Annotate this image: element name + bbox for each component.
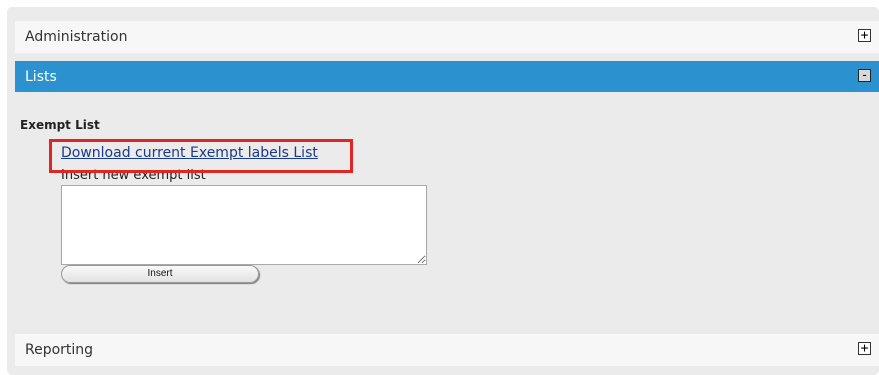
exempt-list-textarea[interactable] xyxy=(61,185,427,265)
panel-header-lists[interactable]: Lists - xyxy=(15,61,879,92)
insert-exempt-list-label: Insert new exempt list xyxy=(61,168,206,182)
insert-button[interactable]: Insert xyxy=(61,265,259,283)
insert-exempt-list-label-text: Insert new exempt list xyxy=(61,168,206,182)
exempt-list-label: Exempt List xyxy=(20,118,100,132)
panel-header-administration[interactable]: Administration + xyxy=(15,21,879,53)
panel-header-reporting[interactable]: Reporting + xyxy=(15,334,879,366)
expand-icon[interactable]: + xyxy=(858,29,871,42)
download-exempt-list-link[interactable]: Download current Exempt labels List xyxy=(61,145,318,161)
panel-title-administration: Administration xyxy=(25,29,128,45)
panel-title-reporting: Reporting xyxy=(25,342,94,358)
collapse-icon[interactable]: - xyxy=(858,69,871,82)
expand-icon[interactable]: + xyxy=(858,342,871,355)
panel-title-lists: Lists xyxy=(25,68,57,85)
